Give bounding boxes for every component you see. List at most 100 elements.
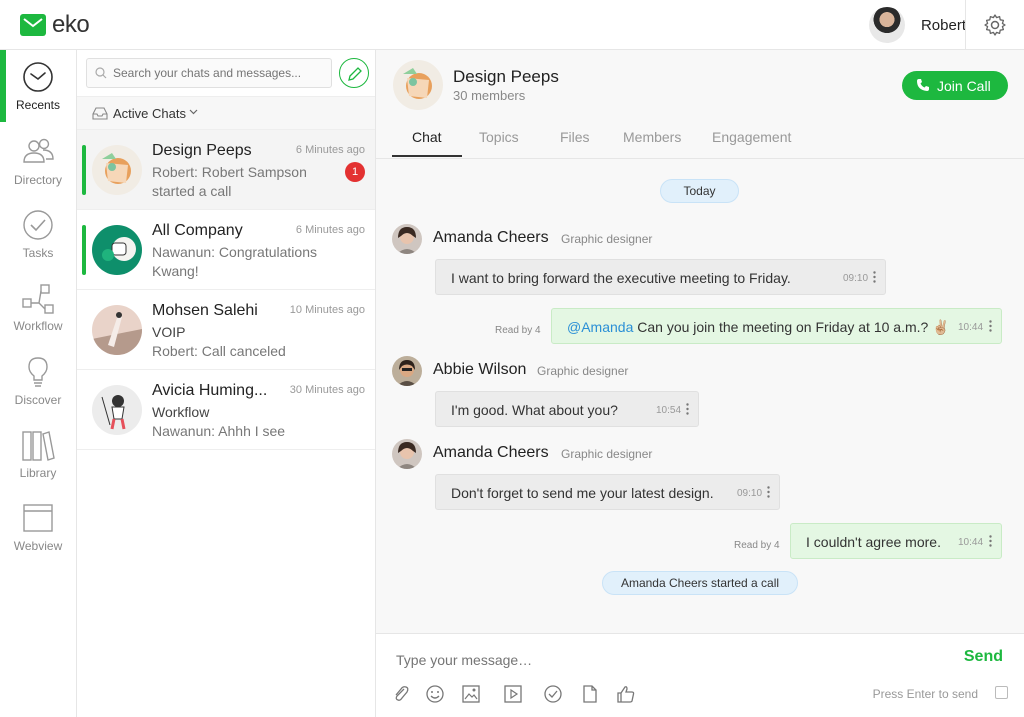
chat-time: 30 Minutes ago [289,384,365,396]
sender-name: Amanda Cheers [433,444,549,461]
join-call-label: Join Call [937,78,991,94]
conversation-panel: Design Peeps 30 members Join Call Chat T… [376,50,1024,717]
image-icon[interactable] [461,684,481,704]
logo[interactable]: eko [20,12,90,38]
message-text: @Amanda Can you join the meeting on Frid… [567,319,950,336]
chat-list-panel: Active Chats Design Peeps 6 Minutes ago … [77,50,376,717]
nav-label: Webview [13,539,63,553]
phone-icon [917,79,929,91]
chat-list-item[interactable]: Mohsen Salehi 10 Minutes ago VOIP Robert… [77,290,375,370]
check-circle-icon [23,210,53,240]
message-text: Don't forget to send me your latest desi… [451,485,714,501]
more-options-icon[interactable] [989,535,992,547]
emoji-icon[interactable] [425,684,445,704]
nav-item-tasks[interactable]: Tasks [0,198,76,270]
send-button[interactable]: Send [964,648,1003,666]
tab-files[interactable]: Files [560,129,590,145]
nav-label: Tasks [22,246,54,260]
nav-item-discover[interactable]: Discover [0,345,76,417]
chat-list-item[interactable]: Avicia Huming... 30 Minutes ago Workflow… [77,370,375,450]
compose-button[interactable] [339,58,369,88]
conversation-title: Design Peeps [453,67,559,86]
avatar [92,385,142,435]
more-options-icon[interactable] [873,271,876,283]
date-separator: Today [660,179,739,203]
active-chat-indicator [82,145,86,195]
video-icon[interactable] [503,684,523,704]
user-name: Robert [920,16,966,34]
user-menu[interactable]: Robert [868,7,966,43]
envelope-logo-icon [20,14,46,36]
mention-link[interactable]: @Amanda [567,319,633,335]
avatar [392,224,422,254]
tab-topics[interactable]: Topics [479,129,519,145]
inbox-icon [92,107,108,120]
more-options-icon[interactable] [989,320,992,332]
sender-role: Graphic designer [537,364,629,378]
avatar [392,439,422,469]
active-chats-filter[interactable]: Active Chats [77,96,375,130]
paperclip-icon[interactable] [391,684,411,704]
nav-label: Library [19,466,57,480]
nav-label: Discover [14,393,62,407]
thumbs-up-icon[interactable] [616,684,636,704]
chat-list-item[interactable]: All Company 6 Minutes ago Nawanun: Congr… [77,210,375,290]
chat-preview: started a call [152,183,232,199]
message-bubble[interactable]: I couldn't agree more. 10:44 [790,523,1002,559]
message-bubble[interactable]: I'm good. What about you? 10:54 [435,391,699,427]
tab-chat[interactable]: Chat [412,129,442,145]
chat-list-item[interactable]: Design Peeps 6 Minutes ago Robert: Rober… [77,130,375,210]
join-call-button[interactable]: Join Call [902,71,1008,100]
chat-name: All Company [152,222,243,239]
message-bubble[interactable]: Don't forget to send me your latest desi… [435,474,780,510]
chat-preview: Nawanun: Ahhh I see [152,423,286,439]
tab-members[interactable]: Members [623,129,681,145]
enter-to-send-checkbox[interactable] [995,686,1008,699]
message-time: 09:10 [737,488,763,499]
chat-preview: Workflow [152,404,210,420]
message-bubble[interactable]: I want to bring forward the executive me… [435,259,886,295]
left-nav: Recents Directory Tasks Workflow Discove… [0,50,77,717]
divider [965,0,966,50]
more-options-icon[interactable] [767,486,770,498]
sender-name: Amanda Cheers [433,229,549,246]
message-time: 09:10 [843,273,869,284]
message-text: I want to bring forward the executive me… [451,270,791,286]
lightbulb-icon [28,357,48,387]
sender-name: Abbie Wilson [433,361,527,378]
system-event: Amanda Cheers started a call [602,571,798,595]
nav-item-workflow[interactable]: Workflow [0,271,76,343]
chat-preview: Kwang! [152,263,199,279]
gear-icon[interactable] [983,13,1007,37]
read-receipt: Read by 4 [495,325,541,336]
clock-icon [23,62,53,92]
nav-item-webview[interactable]: Webview [0,491,76,563]
books-icon [22,431,55,461]
more-options-icon[interactable] [686,403,689,415]
member-count: 30 members [453,88,526,103]
avatar [868,7,905,43]
chat-name: Mohsen Salehi [152,302,258,319]
nav-item-directory[interactable]: Directory [0,125,76,197]
people-icon [23,138,54,163]
search-input[interactable] [113,64,323,82]
active-indicator [0,50,6,122]
message-input[interactable] [396,650,896,670]
active-chat-indicator [82,225,86,275]
read-receipt: Read by 4 [734,540,780,551]
task-check-icon[interactable] [543,684,563,704]
message-bubble[interactable]: @Amanda Can you join the meeting on Frid… [551,308,1002,344]
active-tab-indicator [392,155,462,157]
chevron-down-icon [189,109,198,115]
chat-time: 6 Minutes ago [295,224,365,236]
document-icon[interactable] [580,684,600,704]
tab-engagement[interactable]: Engagement [712,129,791,145]
group-avatar [92,145,142,195]
chat-preview: Robert: Robert Sampson [152,164,307,180]
nav-item-library[interactable]: Library [0,418,76,490]
pencil-icon [348,67,362,81]
nav-item-recents[interactable]: Recents [0,50,76,122]
sender-role: Graphic designer [561,447,653,461]
search-box[interactable] [86,58,332,88]
chat-preview: Robert: Call canceled [152,343,286,359]
